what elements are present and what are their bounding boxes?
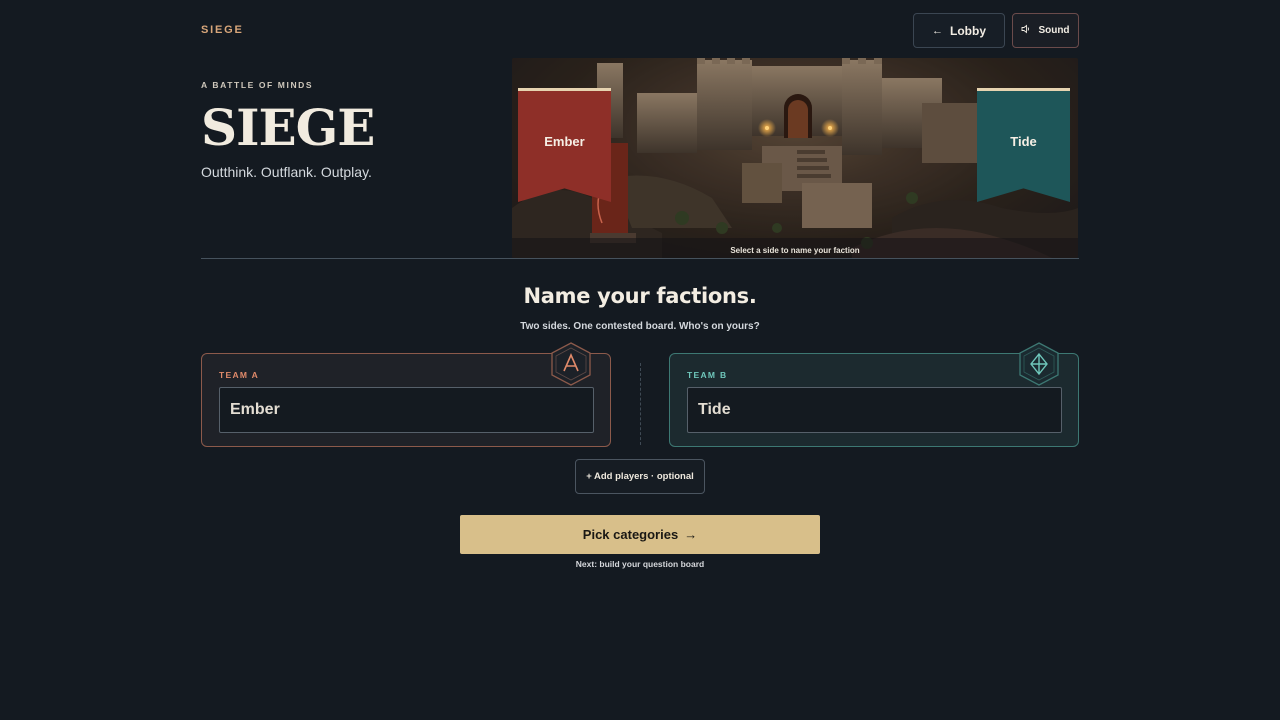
hero-title: SIEGE [201, 98, 375, 157]
letter-a-crest-icon [550, 342, 592, 386]
team-b-card: TEAM B [669, 342, 1079, 447]
hero-tagline: Outthink. Outflank. Outplay. [201, 164, 372, 180]
factions-subtitle: Two sides. One contested board. Who's on… [520, 321, 760, 332]
pick-categories-button[interactable]: Pick categories → [460, 515, 820, 554]
hero-intro: A BATTLE OF MINDS SIEGE Outthink. Outfla… [201, 60, 501, 180]
banner-ember[interactable]: Ember [518, 88, 611, 202]
hero-divider [201, 258, 1079, 259]
team-b-name-input[interactable] [687, 387, 1062, 433]
banner-tide[interactable]: Tide [977, 88, 1070, 202]
team-a-label: TEAM A [219, 370, 260, 380]
cta-hint: Next: build your question board [575, 559, 705, 569]
scene-caption: Select a side to name your faction [730, 246, 860, 255]
arrow-right-icon: → [684, 527, 698, 542]
speaker-icon [1021, 24, 1031, 37]
pick-categories-label: Pick categories [582, 527, 679, 542]
castle-scene: Ember Tide Select a side to name your fa… [512, 58, 1078, 258]
team-b-label: TEAM B [687, 370, 728, 380]
diamond-crest-icon [1018, 342, 1060, 386]
factions-title: Name your factions. [523, 284, 757, 308]
team-a-card: TEAM A [201, 342, 611, 447]
top-bar: SIEGE ← Lobby Sound [201, 13, 1079, 48]
lobby-button[interactable]: ← Lobby [913, 13, 1005, 48]
sound-button-label: Sound [1038, 25, 1070, 36]
lobby-button-label: Lobby [950, 23, 986, 38]
team-divider [640, 363, 641, 445]
hero-eyebrow: A BATTLE OF MINDS [201, 80, 314, 90]
team-a-name-input[interactable] [219, 387, 594, 433]
brand-logo[interactable]: SIEGE [201, 24, 244, 36]
sound-button[interactable]: Sound [1012, 13, 1079, 48]
arrow-left-icon: ← [932, 24, 943, 37]
add-players-button[interactable]: + Add players · optional [575, 459, 705, 494]
